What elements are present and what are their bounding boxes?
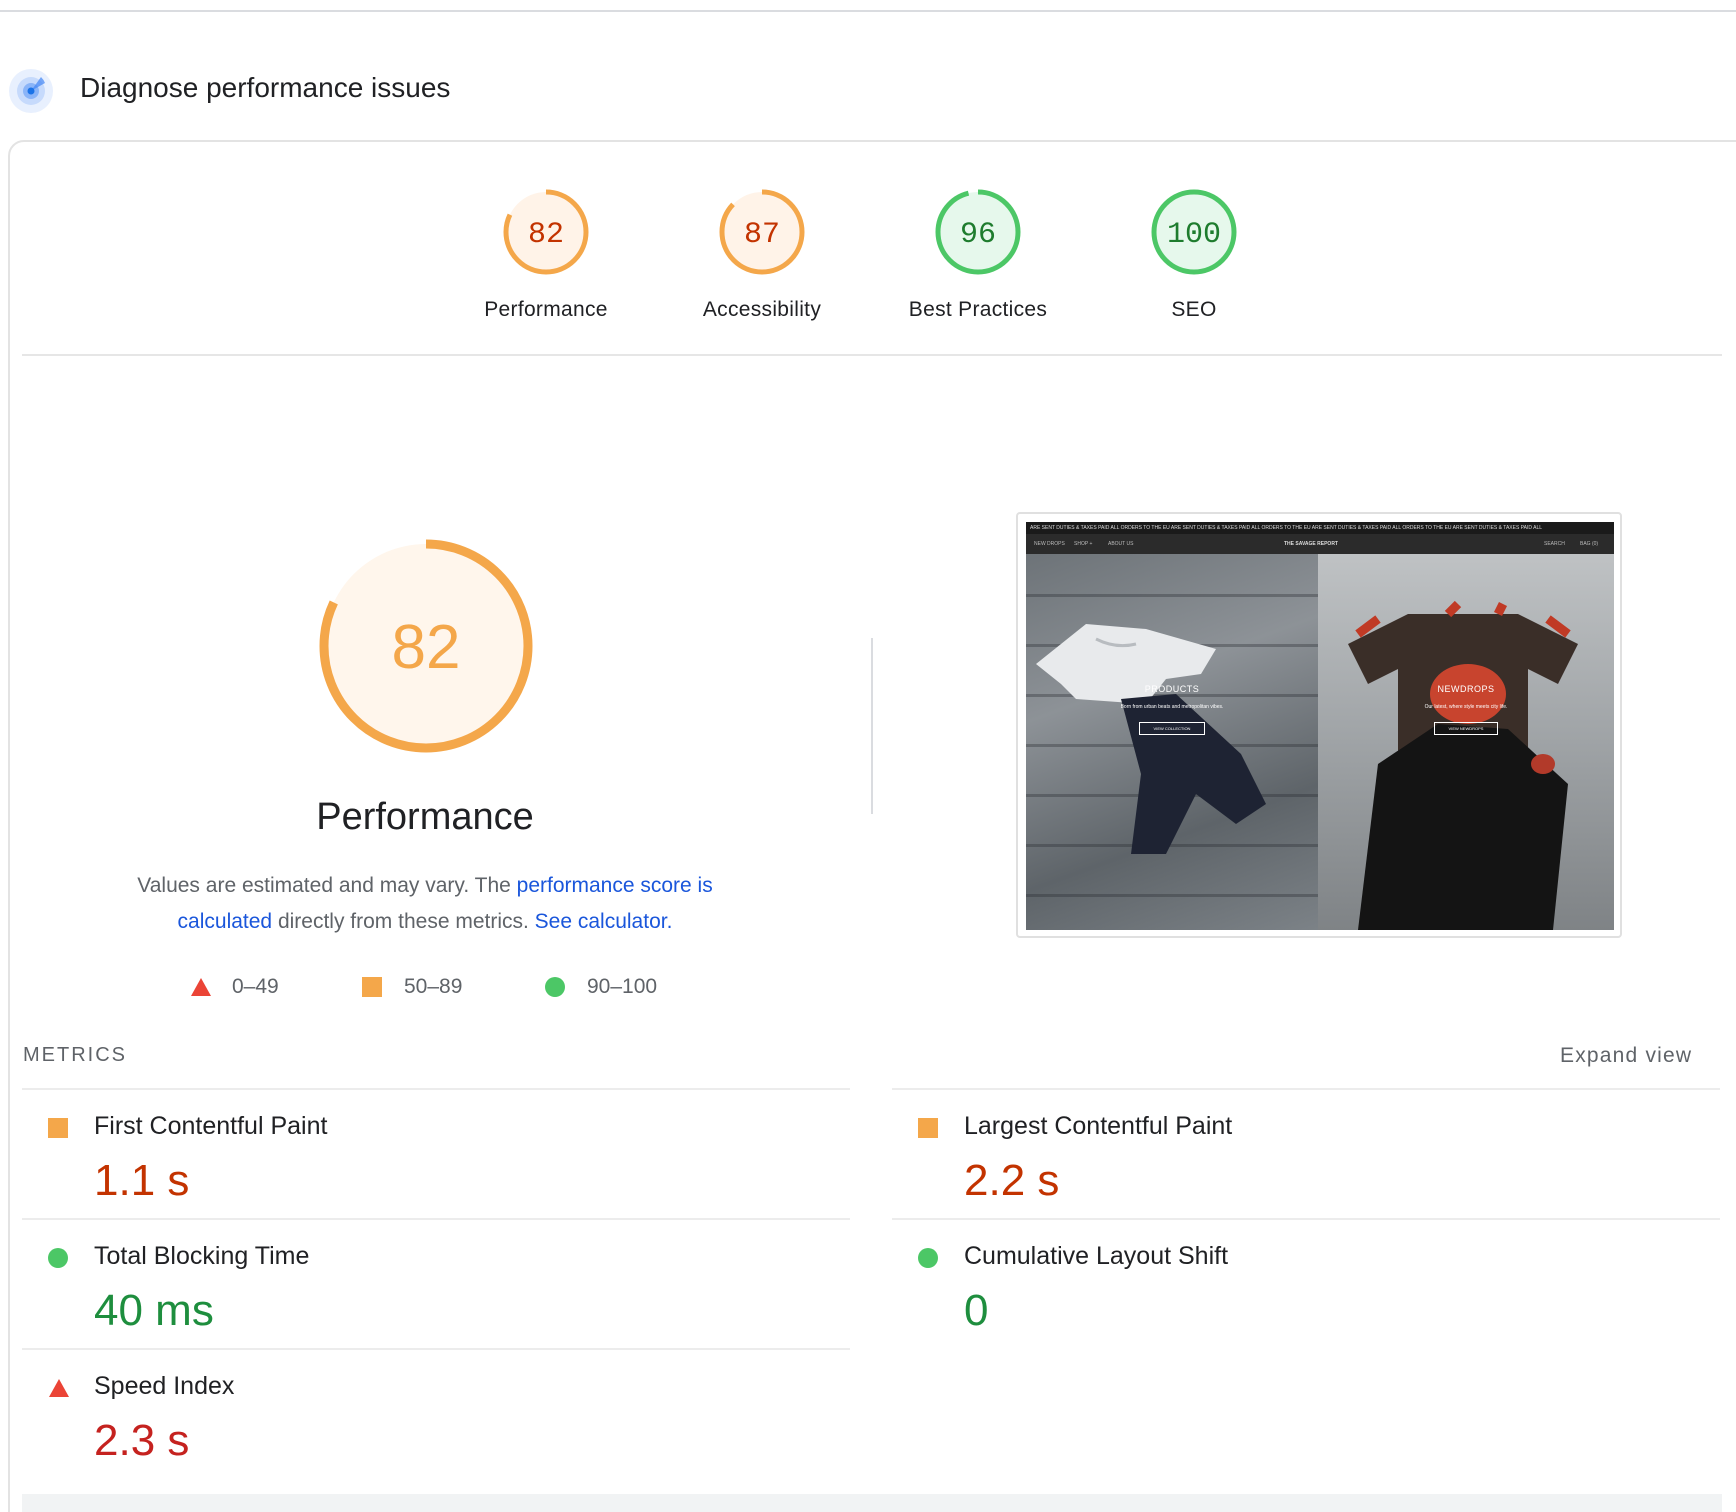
gauge-label: Best Practices bbox=[908, 298, 1048, 321]
top-divider bbox=[0, 10, 1736, 12]
note-text: Values are estimated and may vary. The bbox=[137, 874, 517, 897]
panel-button: VIEW COLLECTION bbox=[1138, 722, 1206, 735]
bottom-strip bbox=[22, 1494, 1722, 1512]
score-note: Values are estimated and may vary. The p… bbox=[102, 868, 748, 940]
legend-pass: 90–100 bbox=[545, 972, 657, 1002]
gauge-ring: 96 bbox=[935, 189, 1021, 275]
section-title: Diagnose performance issues bbox=[80, 72, 451, 103]
clothing-photo-right bbox=[1348, 600, 1578, 930]
metric-total-blocking-time[interactable]: Total Blocking Time 40 ms bbox=[22, 1218, 850, 1348]
gauge-score: 100 bbox=[1167, 218, 1221, 252]
performance-title: Performance bbox=[316, 796, 534, 838]
gauge-score: 96 bbox=[960, 218, 996, 252]
screenshot-right-copy: NEWDROPS Our latest, where style meets c… bbox=[1366, 684, 1566, 735]
panel-subtext: Born from urban beats and metropolitan v… bbox=[1120, 704, 1224, 710]
score-legend: 0–49 50–89 90–100 bbox=[190, 972, 690, 1002]
metric-value: 40 ms bbox=[94, 1286, 214, 1335]
see-calculator-link[interactable]: See calculator. bbox=[535, 910, 673, 933]
nav-text: SHOP + bbox=[1074, 541, 1093, 547]
green-circle-icon bbox=[545, 977, 565, 997]
nav-text: BAG (0) bbox=[1580, 541, 1599, 547]
panel-button: VIEW NEWDROPS bbox=[1433, 722, 1499, 735]
nav-text: ABOUT US bbox=[1108, 541, 1134, 547]
screenshot-ticker: ARE SENT DUTIES & TAXES PAID ALL ORDERS … bbox=[1026, 522, 1614, 534]
nav-text: NEW DROPS bbox=[1034, 541, 1065, 547]
green-circle-icon bbox=[918, 1248, 938, 1268]
gauge-label: Performance bbox=[484, 298, 608, 321]
metric-value: 0 bbox=[964, 1286, 989, 1335]
note-text: directly from these metrics. bbox=[272, 910, 535, 933]
metric-value: 2.3 s bbox=[94, 1416, 190, 1465]
final-screenshot[interactable]: ARE SENT DUTIES & TAXES PAID ALL ORDERS … bbox=[1016, 512, 1622, 938]
screenshot-right-panel: NEWDROPS Our latest, where style meets c… bbox=[1318, 554, 1614, 930]
metric-speed-index[interactable]: Speed Index 2.3 s bbox=[22, 1348, 850, 1478]
panel-heading: NEWDROPS bbox=[1437, 684, 1495, 694]
gauge-score: 82 bbox=[528, 218, 564, 252]
orange-square-icon bbox=[48, 1118, 68, 1138]
metric-first-contentful-paint[interactable]: First Contentful Paint 1.1 s bbox=[22, 1088, 850, 1218]
gauge-score: 87 bbox=[744, 218, 780, 252]
site-title: THE SAVAGE REPORT bbox=[1284, 541, 1338, 547]
metric-name: Speed Index bbox=[94, 1372, 235, 1400]
expand-view-button[interactable]: Expand view bbox=[1560, 1044, 1692, 1068]
gauge-accessibility[interactable]: 87 Accessibility bbox=[682, 184, 842, 322]
screenshot-image: ARE SENT DUTIES & TAXES PAID ALL ORDERS … bbox=[1026, 522, 1614, 930]
screenshot-nav: NEW DROPS SHOP + ABOUT US THE SAVAGE REP… bbox=[1026, 534, 1614, 554]
section-header: Diagnose performance issues bbox=[8, 68, 450, 114]
clothing-photo-left bbox=[1036, 624, 1266, 854]
gauge-label: Accessibility bbox=[702, 298, 822, 321]
metric-name: Total Blocking Time bbox=[94, 1242, 310, 1270]
orange-square-icon bbox=[362, 977, 382, 997]
score-gauges: 82 Performance 87 Accessibility 96 Best … bbox=[466, 184, 1346, 334]
legend-average: 50–89 bbox=[362, 972, 462, 1002]
orange-square-icon bbox=[918, 1118, 938, 1138]
metric-cumulative-layout-shift[interactable]: Cumulative Layout Shift 0 bbox=[892, 1218, 1720, 1348]
gauge-label: SEO bbox=[1171, 298, 1217, 321]
performance-score-large: 82 bbox=[392, 613, 461, 682]
gauge-seo[interactable]: 100 SEO bbox=[1114, 184, 1274, 322]
gauge-ring: 100 bbox=[1151, 189, 1237, 275]
green-circle-icon bbox=[48, 1248, 68, 1268]
performance-gauge-large: 82 bbox=[316, 536, 536, 756]
red-triangle-icon bbox=[48, 1378, 69, 1398]
metric-largest-contentful-paint[interactable]: Largest Contentful Paint 2.2 s bbox=[892, 1088, 1720, 1218]
vertical-divider bbox=[871, 638, 873, 814]
metric-name: Largest Contentful Paint bbox=[964, 1112, 1233, 1140]
nav-text: SEARCH bbox=[1544, 541, 1565, 547]
red-triangle-icon bbox=[191, 978, 211, 996]
panel-subtext: Our latest, where style meets city life. bbox=[1424, 704, 1508, 710]
metric-value: 2.2 s bbox=[964, 1156, 1060, 1205]
lighthouse-radar-icon bbox=[8, 68, 54, 114]
panel-heading: PRODUCTS bbox=[1144, 684, 1200, 694]
metric-value: 1.1 s bbox=[94, 1156, 190, 1205]
metric-name: First Contentful Paint bbox=[94, 1112, 328, 1140]
gauge-performance[interactable]: 82 Performance bbox=[466, 184, 626, 322]
gauge-ring: 87 bbox=[719, 189, 805, 275]
legend-average-label: 50–89 bbox=[404, 975, 463, 998]
legend-fail-label: 0–49 bbox=[232, 975, 279, 998]
metric-name: Cumulative Layout Shift bbox=[964, 1242, 1229, 1270]
screenshot-left-panel: PRODUCTS Born from urban beats and metro… bbox=[1026, 554, 1318, 930]
screenshot-left-copy: PRODUCTS Born from urban beats and metro… bbox=[1072, 684, 1272, 735]
gauge-best-practices[interactable]: 96 Best Practices bbox=[898, 184, 1058, 322]
legend-fail: 0–49 bbox=[190, 972, 279, 1002]
metrics-heading: METRICS bbox=[23, 1044, 127, 1066]
gauge-ring: 82 bbox=[503, 189, 589, 275]
legend-pass-label: 90–100 bbox=[587, 975, 658, 998]
gauges-divider bbox=[22, 354, 1722, 356]
